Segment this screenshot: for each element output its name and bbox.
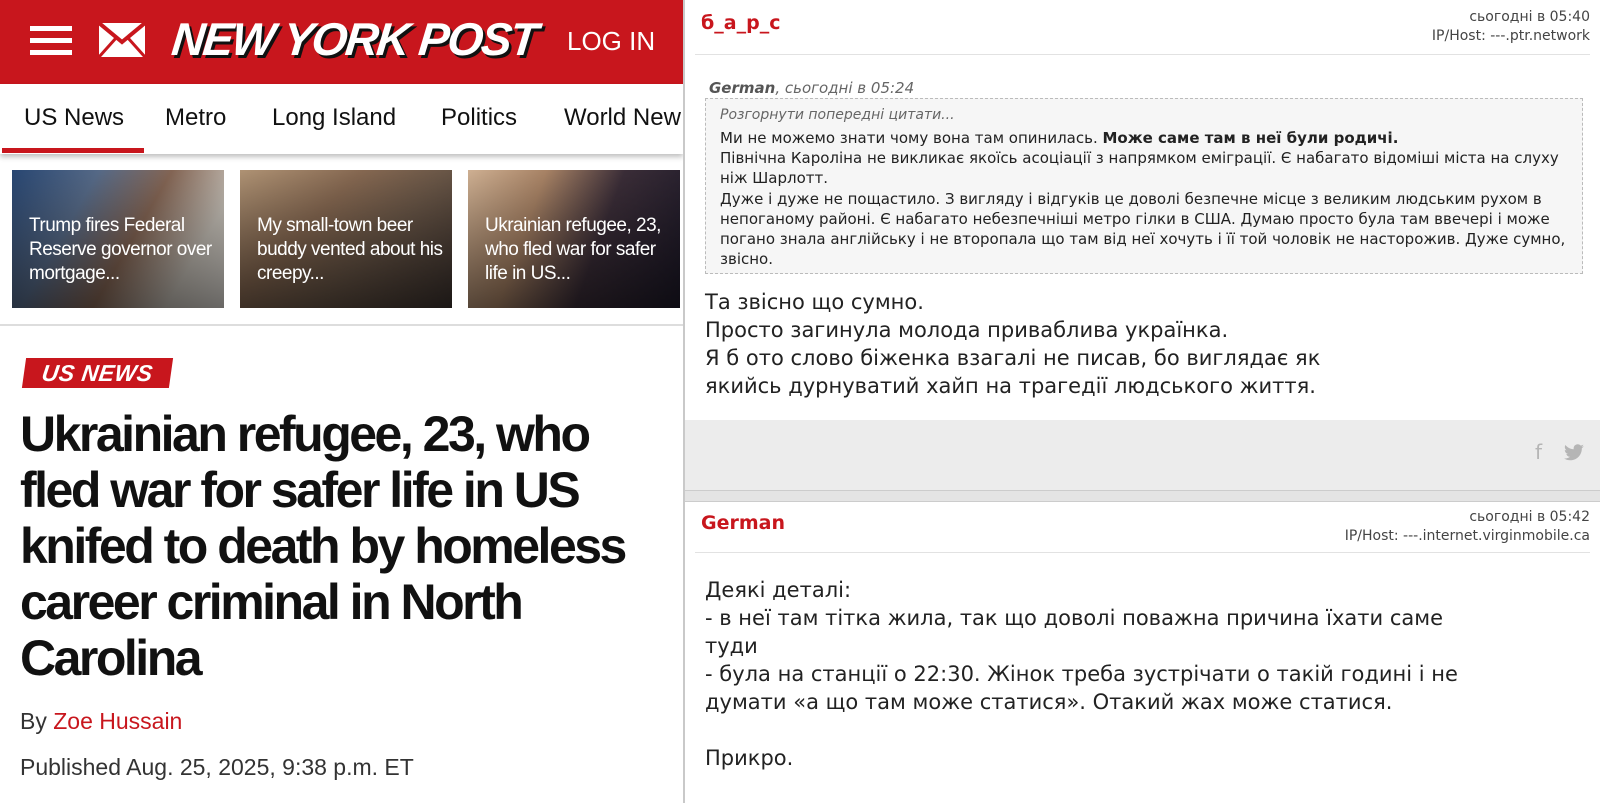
story-thumb-1[interactable]: Trump fires Federal Reserve governor ove…	[12, 170, 224, 308]
section-nav: US News Metro Long Island Politics World…	[0, 84, 683, 154]
story-caption: My small-town beer buddy vented about hi…	[257, 215, 443, 284]
author-link[interactable]: Zoe Hussain	[53, 708, 182, 734]
forum-post-2: German сьогодні в 05:42 IP/Host: ---.int…	[685, 502, 1600, 803]
story-caption: Trump fires Federal Reserve governor ove…	[29, 215, 212, 284]
post-time: сьогодні в 05:42	[1469, 509, 1590, 525]
story-caption: Ukrainian refugee, 23, who fled war for …	[485, 215, 661, 284]
forum-post-1: б_а_р_с сьогодні в 05:40 IP/Host: ---.pt…	[685, 0, 1600, 420]
post-host: IP/Host: ---.ptr.network	[1431, 28, 1590, 44]
related-stories: Trump fires Federal Reserve governor ove…	[0, 170, 683, 310]
facebook-icon[interactable]: f	[1535, 440, 1542, 464]
section-tag[interactable]: US NEWS	[21, 358, 173, 388]
quote-rest: Північна Кароліна не викликає якоїсь асо…	[720, 149, 1566, 269]
active-tab-indicator	[2, 148, 144, 153]
quote-author: German	[709, 79, 776, 97]
post-footer	[685, 420, 1600, 490]
quote-line-bold: Може саме там в неї були родичі.	[1102, 129, 1399, 147]
article-headline: Ukrainian refugee, 23, who fled war for …	[20, 406, 627, 686]
post-author[interactable]: б_а_р_с	[701, 12, 780, 34]
post-body: Та звісно що сумно. Просто загинула моло…	[705, 290, 1321, 398]
post-meta: сьогодні в 05:42 IP/Host: ---.internet.v…	[1345, 508, 1590, 546]
post-meta: сьогодні в 05:40 IP/Host: ---.ptr.networ…	[1432, 8, 1590, 46]
quote-time: , сьогодні в 05:24	[775, 79, 915, 97]
story-thumb-2[interactable]: My small-town beer buddy vented about hi…	[240, 170, 452, 308]
meta-rule	[695, 54, 1590, 55]
nav-long-island[interactable]: Long Island	[272, 104, 396, 132]
quote-line-normal: Ми не можемо знати чому вона там опинила…	[720, 129, 1103, 147]
post-author[interactable]: German	[701, 512, 785, 534]
byline: By Zoe Hussain	[20, 708, 182, 735]
post-body: Деякі деталі: - в неї там тітка жила, та…	[705, 578, 1458, 770]
twitter-icon[interactable]	[1563, 444, 1585, 462]
quote-box: Розгорнути попередні цитати... Ми не мож…	[705, 98, 1583, 274]
login-button[interactable]: LOG IN	[567, 26, 655, 57]
expand-quotes-link[interactable]: Розгорнути попередні цитати...	[720, 107, 1568, 123]
nav-world-news[interactable]: World New	[564, 104, 681, 132]
forum-panel: б_а_р_с сьогодні в 05:40 IP/Host: ---.pt…	[685, 0, 1600, 803]
mail-icon[interactable]	[98, 22, 146, 58]
divider	[0, 324, 683, 326]
published-date: Published Aug. 25, 2025, 9:38 p.m. ET	[20, 754, 414, 780]
hamburger-menu-icon[interactable]	[30, 22, 74, 60]
quote-text: Ми не можемо знати чому вона там опинила…	[720, 128, 1568, 269]
quote-header: German, сьогодні в 05:24	[709, 79, 914, 97]
site-logo[interactable]: NEW YORK POST	[169, 12, 539, 66]
post-host: IP/Host: ---.internet.virginmobile.ca	[1344, 528, 1590, 544]
nav-metro[interactable]: Metro	[165, 104, 226, 132]
post-time: сьогодні в 05:40	[1469, 9, 1590, 25]
byline-prefix: By	[20, 708, 47, 734]
nypost-article-panel: NEW YORK POST LOG IN US News Metro Long …	[0, 0, 683, 803]
meta-rule	[695, 552, 1590, 553]
nav-politics[interactable]: Politics	[441, 104, 517, 132]
nav-us-news[interactable]: US News	[24, 104, 124, 132]
site-header: NEW YORK POST LOG IN	[0, 0, 683, 84]
post-separator	[685, 490, 1600, 502]
story-thumb-3[interactable]: Ukrainian refugee, 23, who fled war for …	[468, 170, 680, 308]
